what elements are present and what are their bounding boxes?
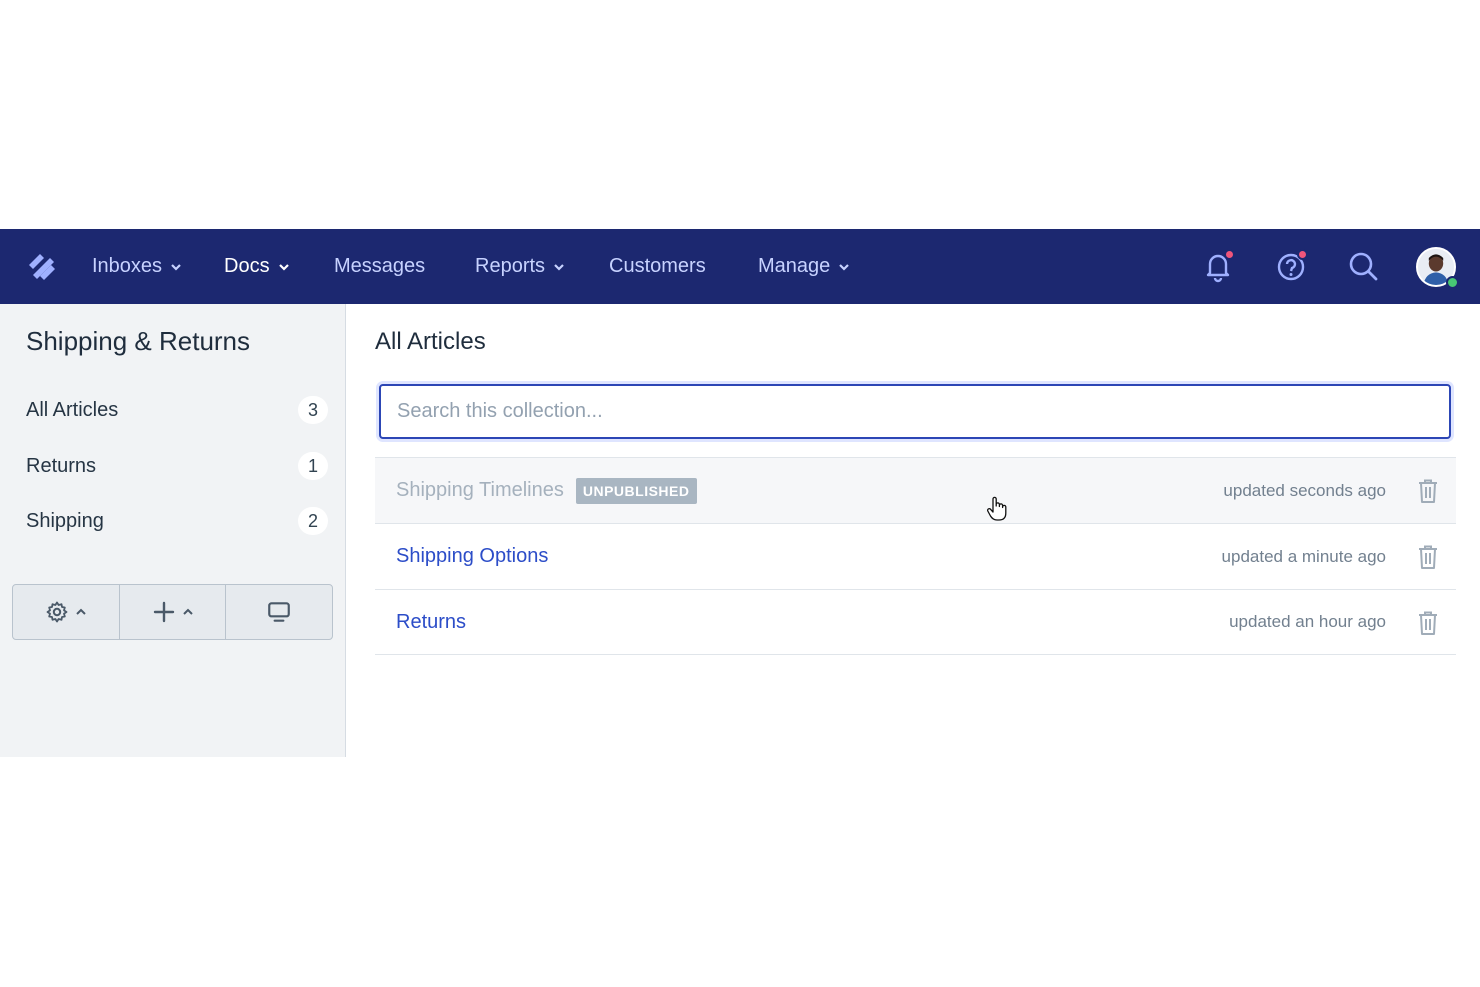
nav-customers-label: Customers: [609, 255, 706, 277]
table-row[interactable]: Returns updated an hour ago: [375, 589, 1456, 655]
count-badge: 2: [298, 507, 328, 535]
search-icon: [1349, 252, 1378, 281]
sidebar: Shipping & Returns All Articles 3 Return…: [0, 304, 346, 757]
top-navigation: Inboxes Docs Messages Reports Customers …: [0, 229, 1480, 304]
article-list: Shipping Timelines UNPUBLISHED updated s…: [375, 457, 1456, 655]
chevron-down-icon: [171, 263, 181, 271]
status-badge: UNPUBLISHED: [575, 477, 697, 504]
plus-icon: [153, 601, 174, 623]
trash-icon[interactable]: [1416, 544, 1440, 570]
main-content: All Articles Shipping Timelines UNPUBLIS…: [347, 304, 1480, 757]
help-button[interactable]: [1273, 248, 1309, 284]
sidebar-item-shipping[interactable]: Shipping 2: [26, 501, 328, 541]
hand-cursor-icon: [987, 496, 1007, 521]
trash-icon[interactable]: [1416, 478, 1440, 504]
table-row[interactable]: Shipping Options updated a minute ago: [375, 523, 1456, 589]
chevron-down-icon: [554, 263, 564, 271]
nav-messages[interactable]: Messages: [334, 229, 425, 304]
updated-timestamp: updated seconds ago: [1223, 480, 1386, 500]
nav-docs-label: Docs: [224, 255, 270, 277]
app-window: Inboxes Docs Messages Reports Customers …: [0, 229, 1480, 757]
nav-docs[interactable]: Docs: [224, 229, 290, 304]
nav-messages-label: Messages: [334, 255, 426, 277]
article-title[interactable]: Shipping Timelines: [396, 479, 564, 502]
online-status-indicator: [1446, 276, 1459, 289]
updated-timestamp: updated an hour ago: [1229, 612, 1386, 631]
sidebar-item-all-articles[interactable]: All Articles 3: [26, 390, 328, 430]
sidebar-item-label: Shipping: [26, 509, 104, 532]
page-title: All Articles: [375, 328, 486, 355]
article-title[interactable]: Shipping Options: [396, 545, 548, 568]
trash-icon[interactable]: [1416, 610, 1440, 636]
search-button[interactable]: [1345, 248, 1381, 284]
chevron-up-icon: [182, 608, 193, 615]
article-title[interactable]: Returns: [396, 611, 466, 634]
chevron-up-icon: [76, 608, 86, 615]
nav-inboxes-label: Inboxes: [92, 255, 163, 277]
sidebar-item-label: All Articles: [26, 398, 119, 421]
collection-title: Shipping & Returns: [26, 326, 251, 356]
nav-manage[interactable]: Manage: [758, 229, 850, 304]
chevron-down-icon: [839, 263, 850, 271]
nav-manage-label: Manage: [758, 255, 831, 277]
nav-reports-label: Reports: [475, 255, 546, 277]
notification-dot: [1297, 249, 1308, 260]
notification-dot: [1224, 249, 1235, 260]
gear-icon: [46, 601, 68, 623]
chevron-down-icon: [278, 263, 289, 271]
search-input[interactable]: [379, 384, 1451, 439]
updated-timestamp: updated a minute ago: [1221, 546, 1386, 566]
table-row[interactable]: Shipping Timelines UNPUBLISHED updated s…: [375, 457, 1456, 523]
collection-toolbar: [12, 584, 333, 640]
nav-reports[interactable]: Reports: [475, 229, 565, 304]
notifications-button[interactable]: [1200, 248, 1236, 284]
count-badge: 1: [298, 452, 328, 480]
nav-customers[interactable]: Customers: [609, 229, 706, 304]
preview-button[interactable]: [226, 585, 332, 639]
nav-inboxes[interactable]: Inboxes: [92, 229, 182, 304]
settings-menu-button[interactable]: [13, 585, 120, 639]
add-menu-button[interactable]: [120, 585, 227, 639]
sidebar-item-label: Returns: [26, 454, 97, 477]
helpscout-logo[interactable]: [26, 251, 58, 283]
count-badge: 3: [298, 396, 328, 424]
monitor-icon: [268, 602, 291, 622]
sidebar-item-returns[interactable]: Returns 1: [26, 446, 328, 486]
